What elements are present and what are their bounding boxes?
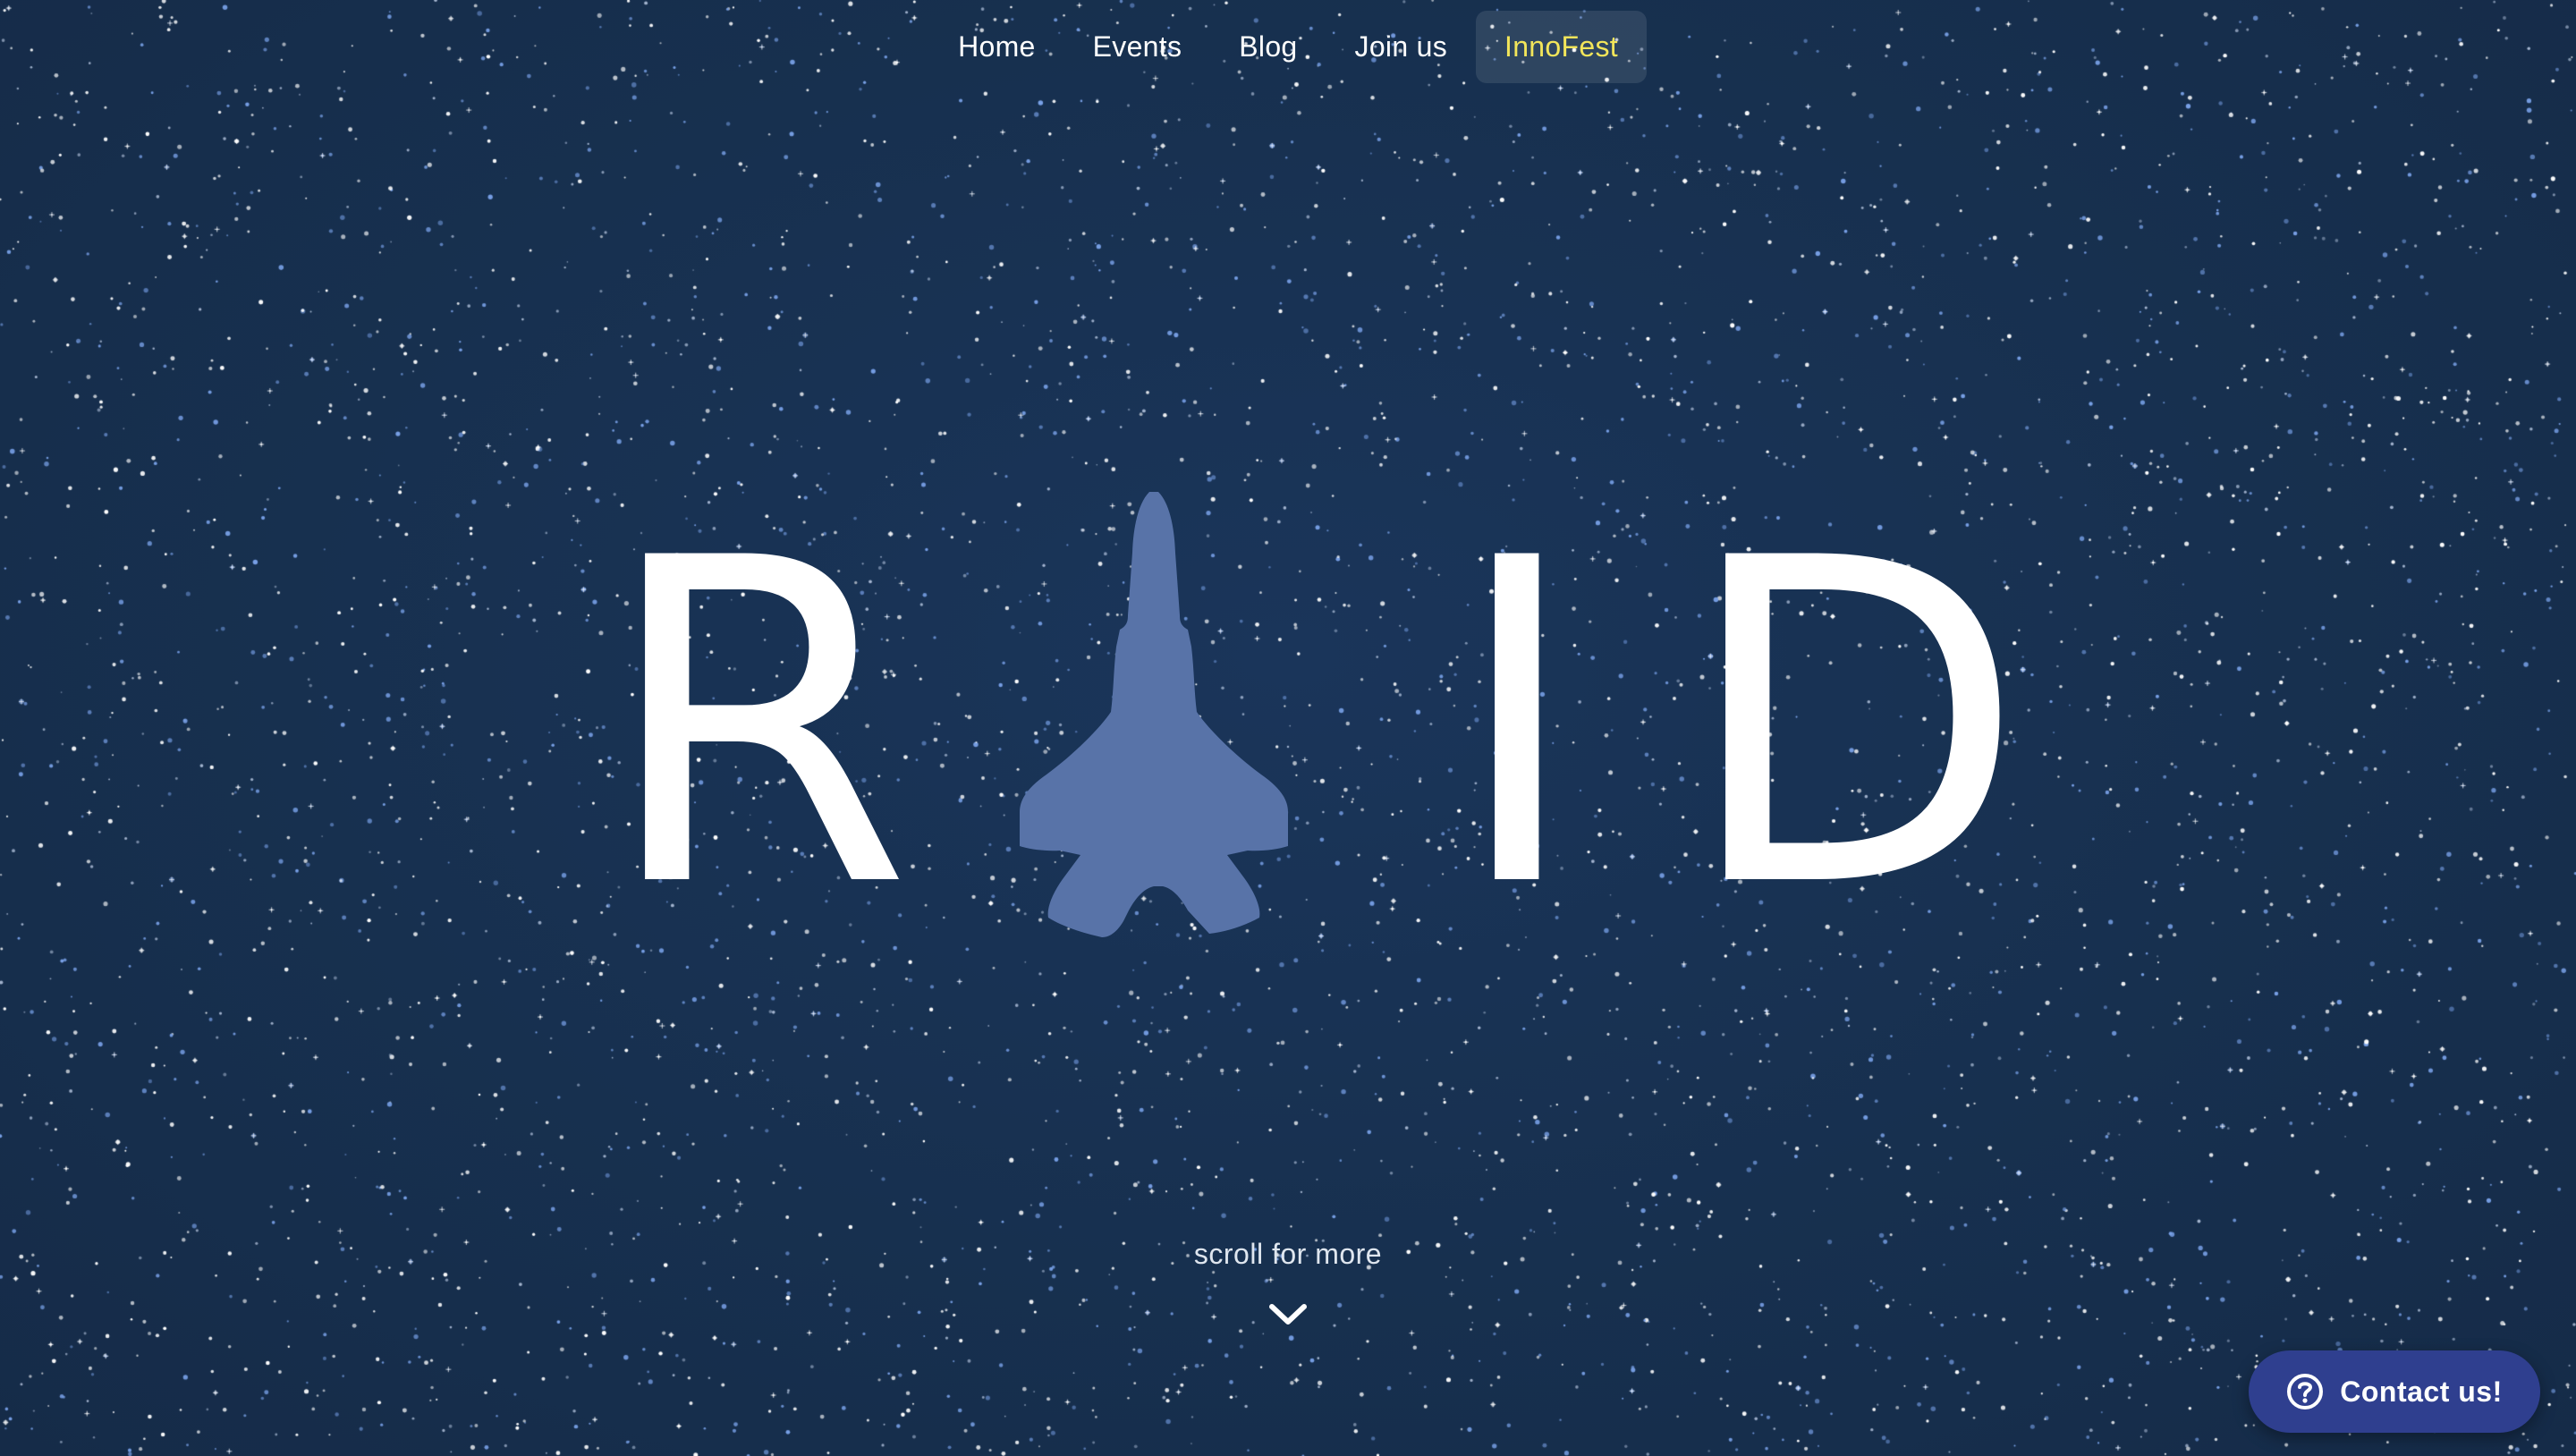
page: Home Events Blog Join us InnoFest R I D … [0,0,2576,1456]
question-circle-icon [2287,1374,2324,1409]
contact-us-label: Contact us! [2340,1375,2503,1408]
logo-letter-d: D [1682,464,2027,985]
fighter-jet-icon [1020,492,1288,937]
scroll-hint-label: scroll for more [1193,1238,1383,1270]
logo-letter-r: R [601,464,912,985]
contact-us-button[interactable]: Contact us! [2249,1350,2540,1433]
logo-letter-i: I [1451,464,1583,985]
chevron-down-icon[interactable] [1268,1302,1308,1327]
